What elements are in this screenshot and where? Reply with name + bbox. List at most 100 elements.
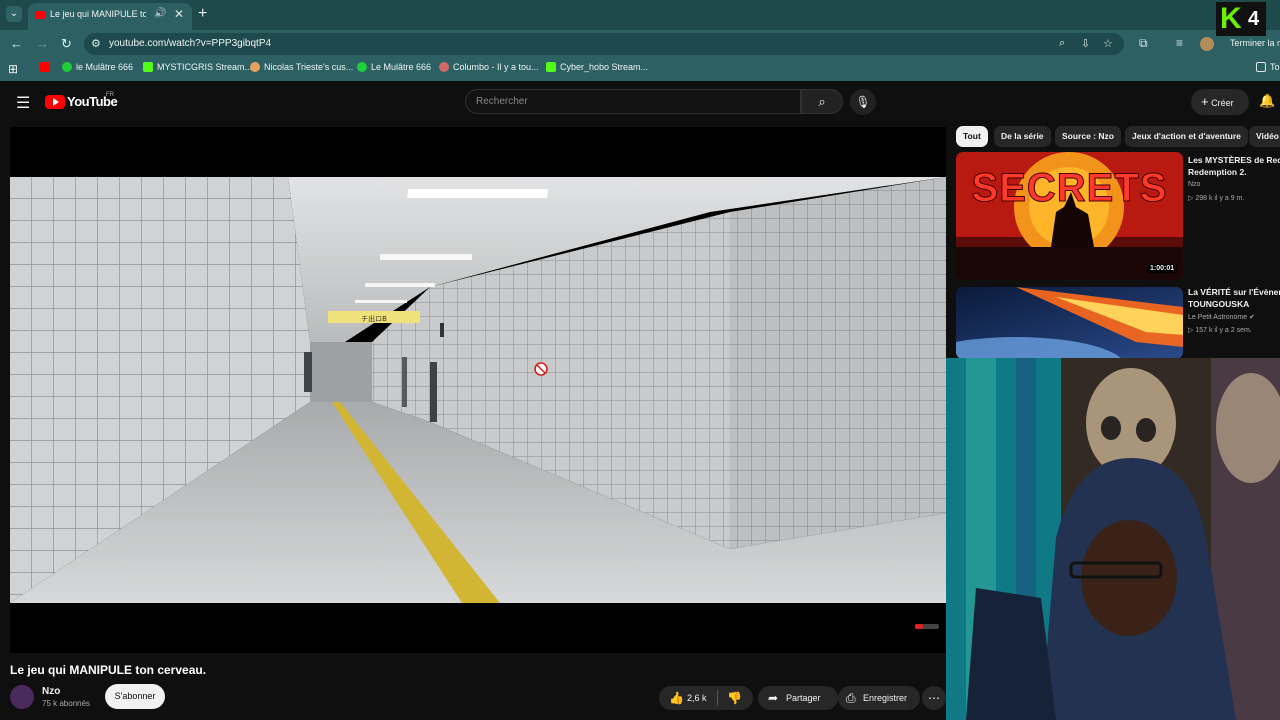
kick-icon <box>546 62 556 72</box>
url-text[interactable]: youtube.com/watch?v=PPP3gibqtP4 <box>109 38 271 49</box>
site-info-icon[interactable]: ⚙ <box>91 37 101 50</box>
bookmark-label: MYSTICGRIS Stream... <box>157 62 253 72</box>
video-title: Le jeu qui MANIPULE ton cerveau. <box>10 663 207 677</box>
corridor-scene: チ出ロB <box>10 177 946 603</box>
station-sign-text: チ出ロB <box>361 314 387 323</box>
install-app-icon[interactable]: ⇩ <box>1081 37 1090 50</box>
browser-tab-active[interactable]: Le jeu qui MANIPULE ton c 🔊 ✕ <box>28 3 192 30</box>
tab-search-menu-button[interactable]: ⌄ <box>6 6 22 22</box>
bookmark-youtube[interactable] <box>40 62 50 72</box>
like-count[interactable]: 2,6 k <box>687 686 707 710</box>
menu-hamburger-icon[interactable]: ☰ <box>16 93 30 113</box>
verified-check-icon: ✔ <box>1249 314 1255 321</box>
rec-meta-2: ▷ 157 k il y a 2 sem. <box>1188 327 1252 334</box>
new-tab-plus-icon[interactable]: + <box>198 5 207 23</box>
bookmark-item[interactable]: Nicolas Trieste's cus... <box>250 62 353 72</box>
rec-title-1a[interactable]: Les MYSTÈRES de Red <box>1188 154 1280 166</box>
reload-icon[interactable]: ↻ <box>61 36 72 52</box>
search-icon: ⌕ <box>818 94 826 109</box>
bookmarks-bar: ⊞ le Mulâtre 666 MYSTICGRIS Stream... Ni… <box>0 58 1280 81</box>
like-thumb-icon[interactable]: 👍 <box>669 686 684 710</box>
rec-thumbnail-2[interactable] <box>956 287 1183 359</box>
rec-channel-2[interactable]: Le Petit Astronome ✔ <box>1188 313 1255 321</box>
profile-avatar[interactable] <box>1200 37 1214 51</box>
chip-source[interactable]: Source : Nzo <box>1055 126 1121 147</box>
create-button[interactable]: + Créer <box>1191 89 1249 115</box>
channel-name[interactable]: Nzo <box>42 686 60 697</box>
chip-videos[interactable]: Vidéo <box>1249 126 1280 147</box>
subscriber-count: 75 k abonnés <box>42 699 91 708</box>
apps-grid-icon[interactable]: ⊞ <box>8 62 18 76</box>
channel-label: Le Petit Astronome <box>1188 314 1248 321</box>
thumbnail-text: SECRETS <box>971 166 1168 211</box>
rec-channel-1[interactable]: Nzo <box>1188 181 1200 188</box>
address-bar[interactable]: ⚙ youtube.com/watch?v=PPP3gibqtP4 ⌕ ⇩ ☆ <box>84 33 1124 55</box>
rec-title-1b[interactable]: Redemption 2. <box>1188 166 1280 178</box>
kick-icon <box>143 62 153 72</box>
rec-title-2a[interactable]: La VÉRITÉ sur l'Évènem <box>1188 286 1280 298</box>
bookmark-label: Cyber_hobo Stream... <box>560 62 649 72</box>
bookmark-icon <box>357 62 367 72</box>
share-button[interactable]: ➦ Partager <box>758 686 838 710</box>
forward-arrow-icon[interactable]: → <box>36 36 49 51</box>
recording-indicator <box>915 624 923 629</box>
plus-icon: + <box>1201 94 1209 109</box>
share-arrow-icon: ➦ <box>768 691 779 705</box>
share-label: Partager <box>786 693 821 703</box>
dislike-thumb-icon[interactable]: 👎 <box>727 686 742 710</box>
bookmark-label: Nicolas Trieste's cus... <box>264 62 354 72</box>
more-actions-icon[interactable]: ⋯ <box>922 686 946 710</box>
extensions-puzzle-icon[interactable]: ⧉ <box>1139 36 1148 51</box>
like-dislike-group: 👍 2,6 k 👎 <box>659 686 753 710</box>
divider <box>717 690 718 706</box>
bookmark-label: To <box>1270 62 1280 72</box>
channel-avatar[interactable] <box>10 685 34 709</box>
bookmark-item[interactable]: MYSTICGRIS Stream... <box>143 62 252 72</box>
bookmark-folder[interactable]: To <box>1256 62 1280 72</box>
youtube-header: ☰ YouTube FR Rechercher ⌕ 🎙 + Créer 🔔 <box>0 81 1280 123</box>
rec-thumbnail-1[interactable]: SECRETS <box>956 152 1183 280</box>
save-label: Enregistrer <box>863 693 908 703</box>
tab-title: Le jeu qui MANIPULE ton c <box>50 9 146 19</box>
bookmark-star-icon[interactable]: ☆ <box>1103 37 1113 50</box>
bookmark-item[interactable]: Cyber_hobo Stream... <box>546 62 648 72</box>
folder-icon <box>1256 62 1266 72</box>
audio-playing-icon[interactable]: 🔊 <box>154 8 166 19</box>
rec-title-2b[interactable]: TOUNGOUSKA <box>1188 298 1280 310</box>
bookmark-label: Le Mulâtre 666 <box>371 62 432 72</box>
video-duration: 1:00:01 <box>1147 264 1178 273</box>
youtube-favicon-icon <box>35 11 45 19</box>
chip-action-adventure[interactable]: Jeux d'action et d'aventure <box>1125 126 1248 147</box>
search-button[interactable]: ⌕ <box>801 89 843 114</box>
bookmark-item[interactable]: Le Mulâtre 666 <box>357 62 431 72</box>
bookmark-save-icon: ⎙ <box>846 691 856 705</box>
search-input[interactable]: Rechercher <box>465 89 801 114</box>
cat-icon <box>250 62 260 72</box>
bookmark-label: le Mulâtre 666 <box>76 62 134 72</box>
subscribe-button[interactable]: S'abonner <box>105 684 165 709</box>
create-label: Créer <box>1211 98 1234 108</box>
columbo-icon <box>439 62 449 72</box>
region-code: FR <box>106 92 114 98</box>
browser-toolbar: ← → ↻ ⚙ youtube.com/watch?v=PPP3gibqtP4 … <box>0 30 1280 58</box>
bookmark-item[interactable]: Columbo - Il y a tou... <box>439 62 539 72</box>
rec-meta-1: ▷ 298 k il y a 9 m. <box>1188 195 1245 202</box>
media-controls-icon[interactable]: ≡ <box>1176 36 1183 50</box>
zoom-icon[interactable]: ⌕ <box>1059 37 1065 50</box>
meteor-thumbnail-art <box>956 287 1183 359</box>
notifications-bell-icon[interactable]: 🔔 <box>1259 93 1275 109</box>
finish-update-button[interactable]: Terminer la m <box>1230 38 1280 48</box>
k4-logo-k: K <box>1220 2 1242 35</box>
youtube-icon <box>40 62 50 72</box>
webcam-feed <box>946 358 1280 720</box>
voice-search-mic-icon[interactable]: 🎙 <box>850 89 876 115</box>
browser-tab-strip: ⌄ Le jeu qui MANIPULE ton c 🔊 ✕ + <box>0 0 1280 30</box>
save-button[interactable]: ⎙ Enregistrer <box>838 686 920 710</box>
bookmark-item[interactable]: le Mulâtre 666 <box>62 62 133 72</box>
tab-close-icon[interactable]: ✕ <box>174 7 184 21</box>
k4-channel-logo: K 4 <box>1216 2 1266 36</box>
back-arrow-icon[interactable]: ← <box>10 36 23 51</box>
chip-series[interactable]: De la série <box>994 126 1051 147</box>
chip-all[interactable]: Tout <box>956 126 988 147</box>
video-player[interactable]: チ出ロB <box>10 127 946 653</box>
